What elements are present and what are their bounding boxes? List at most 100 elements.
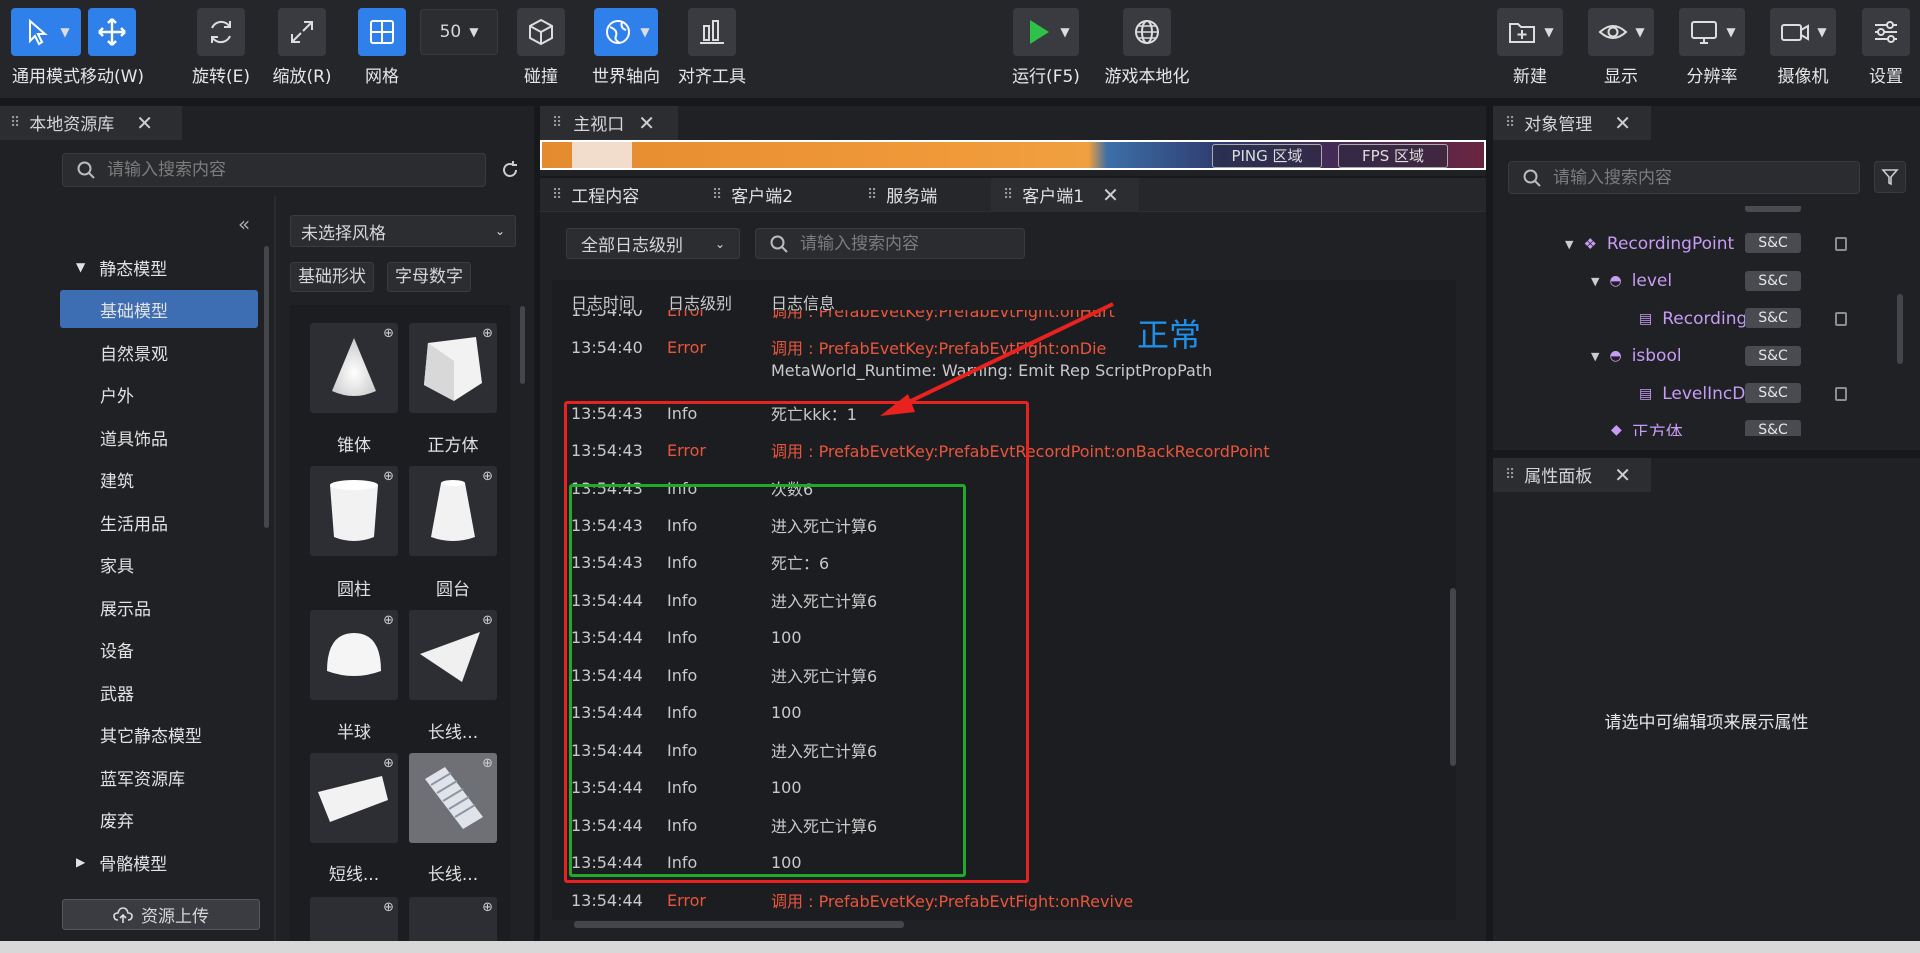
zoom-icon[interactable]: ⊕: [482, 756, 493, 771]
object-panel-tab[interactable]: ⠿ 对象管理 ✕: [1493, 106, 1651, 140]
asset-card-slab[interactable]: ⊕: [310, 753, 398, 843]
localize-tool[interactable]: 游戏本地化: [1105, 8, 1190, 87]
close-icon[interactable]: ✕: [1614, 111, 1631, 135]
close-icon[interactable]: ✕: [136, 111, 153, 135]
close-icon[interactable]: ✕: [1614, 463, 1631, 487]
mode-button[interactable]: ▼: [11, 8, 81, 56]
zoom-icon[interactable]: ⊕: [383, 326, 394, 341]
tree-static-models[interactable]: ▼ 静态模型: [50, 248, 280, 286]
tab-client1[interactable]: ⠿ 客户端1 ✕: [991, 177, 1139, 212]
tab-server[interactable]: ⠿ 服务端: [855, 178, 991, 212]
tree-equipment[interactable]: 设备: [50, 630, 280, 668]
tab-client2[interactable]: ⠿ 客户端2: [700, 178, 855, 212]
refresh-icon[interactable]: [500, 160, 520, 180]
style-select[interactable]: 未选择风格 ⌄: [290, 215, 516, 247]
tree-weapons[interactable]: 武器: [50, 673, 280, 711]
tree-furniture[interactable]: 家具: [50, 545, 280, 583]
lock-icon[interactable]: [1835, 387, 1847, 401]
object-search[interactable]: [1508, 161, 1860, 194]
zoom-icon[interactable]: ⊕: [482, 326, 493, 341]
resolution-tool[interactable]: ▼ 分辨率: [1672, 8, 1752, 87]
asset-card-more[interactable]: ⊕: [409, 897, 497, 945]
scale-tool[interactable]: 缩放(R): [262, 8, 342, 87]
object-row[interactable]: ▼ ◓ level: [1591, 266, 1672, 296]
run-button[interactable]: ▼: [1013, 8, 1079, 56]
settings-button[interactable]: [1862, 8, 1910, 56]
tab-project[interactable]: ⠿ 工程内容: [540, 178, 700, 212]
zoom-icon[interactable]: ⊕: [383, 613, 394, 628]
object-row[interactable]: ◆ 正方体: [1611, 415, 1683, 436]
asset-card-cylinder[interactable]: ⊕: [310, 466, 398, 556]
drag-handle-icon[interactable]: ⠿: [552, 187, 562, 203]
asset-grid-scrollbar[interactable]: [520, 306, 525, 384]
drag-handle-icon[interactable]: ⠿: [1003, 187, 1013, 203]
settings-tool[interactable]: 设置: [1846, 8, 1920, 87]
viewport-tab[interactable]: ⠿ 主视口 ✕: [540, 106, 678, 140]
drag-handle-icon[interactable]: ⠿: [10, 115, 20, 131]
zoom-icon[interactable]: ⊕: [383, 756, 394, 771]
log-hscrollbar[interactable]: [574, 921, 904, 928]
align-tool[interactable]: 对齐工具: [672, 8, 752, 87]
close-icon[interactable]: ✕: [1102, 183, 1119, 207]
grid-size-select[interactable]: 50 ▼: [420, 9, 498, 55]
object-scrollbar[interactable]: [1897, 294, 1903, 364]
camera-tool[interactable]: ▼ 摄像机: [1763, 8, 1843, 87]
new-tool[interactable]: ▼ 新建: [1490, 8, 1570, 87]
drag-handle-icon[interactable]: ⠿: [1505, 115, 1515, 131]
scale-button[interactable]: [278, 8, 326, 56]
rotate-tool[interactable]: 旋转(E): [181, 8, 261, 87]
collision-tool[interactable]: 碰撞: [501, 8, 581, 87]
tree-skeletal-models[interactable]: ▶ 骨骼模型: [50, 843, 280, 881]
zoom-icon[interactable]: ⊕: [482, 613, 493, 628]
drag-handle-icon[interactable]: ⠿: [1505, 467, 1515, 483]
zoom-icon[interactable]: ⊕: [482, 900, 493, 915]
new-button[interactable]: ▼: [1497, 8, 1563, 56]
rotate-button[interactable]: [197, 8, 245, 56]
viewport-canvas[interactable]: PING 区域 FPS 区域: [540, 140, 1486, 170]
move-button[interactable]: [88, 8, 136, 56]
log-level-select[interactable]: 全部日志级别 ⌄: [566, 228, 740, 259]
object-row[interactable]: ▼ ❖ RecordingPoint: [1565, 229, 1734, 259]
asset-card-wedge[interactable]: ⊕: [409, 610, 497, 700]
camera-button[interactable]: ▼: [1770, 8, 1836, 56]
collision-button[interactable]: [517, 8, 565, 56]
zoom-icon[interactable]: ⊕: [383, 469, 394, 484]
tree-outdoor[interactable]: 户外: [50, 375, 280, 413]
tree-exhibits[interactable]: 展示品: [50, 588, 280, 626]
grid-tool[interactable]: 网格: [342, 8, 422, 87]
filter-button[interactable]: [1874, 161, 1906, 193]
display-button[interactable]: ▼: [1588, 8, 1654, 56]
world-axis-tool[interactable]: ▼ 世界轴向: [586, 8, 666, 87]
collapse-icon[interactable]: «: [238, 212, 250, 236]
drag-handle-icon[interactable]: ⠿: [712, 187, 722, 203]
asset-panel-tab[interactable]: ⠿ 本地资源库 ✕: [0, 106, 182, 140]
close-icon[interactable]: ✕: [638, 111, 655, 135]
drag-handle-icon[interactable]: ⠿: [552, 115, 562, 131]
resolution-button[interactable]: ▼: [1679, 8, 1745, 56]
asset-card-cube[interactable]: ⊕: [409, 323, 497, 413]
log-row[interactable]: 13:54:44 Error 调用 : PrefabEvetKey:PrefabEv…: [571, 885, 1133, 915]
run-tool[interactable]: ▼ 运行(F5): [1006, 8, 1086, 87]
tree-scrollbar[interactable]: [264, 246, 269, 528]
localize-button[interactable]: [1123, 8, 1171, 56]
object-search-input[interactable]: [1553, 167, 1845, 188]
grid-button[interactable]: [358, 8, 406, 56]
asset-card-stairs[interactable]: ⊕: [409, 753, 497, 843]
drag-handle-icon[interactable]: ⠿: [867, 187, 877, 203]
asset-card-hemisphere[interactable]: ⊕: [310, 610, 398, 700]
asset-card-more[interactable]: ⊕: [310, 897, 398, 945]
align-button[interactable]: [688, 8, 736, 56]
property-panel-tab[interactable]: ⠿ 属性面板 ✕: [1493, 458, 1651, 492]
chip-alphanumeric[interactable]: 字母数字: [387, 262, 471, 292]
zoom-icon[interactable]: ⊕: [383, 900, 394, 915]
log-search[interactable]: [755, 228, 1025, 259]
asset-card-frustum[interactable]: ⊕: [409, 466, 497, 556]
tree-deprecated[interactable]: 废弃: [50, 800, 280, 838]
asset-search-input[interactable]: [107, 160, 471, 180]
world-axis-button[interactable]: ▼: [594, 8, 658, 56]
tree-other-static[interactable]: 其它静态模型: [50, 715, 280, 753]
lock-icon[interactable]: [1835, 237, 1847, 251]
log-search-input[interactable]: [800, 233, 1010, 254]
tree-buildings[interactable]: 建筑: [50, 460, 280, 498]
chip-basic-shapes[interactable]: 基础形状: [290, 262, 374, 292]
